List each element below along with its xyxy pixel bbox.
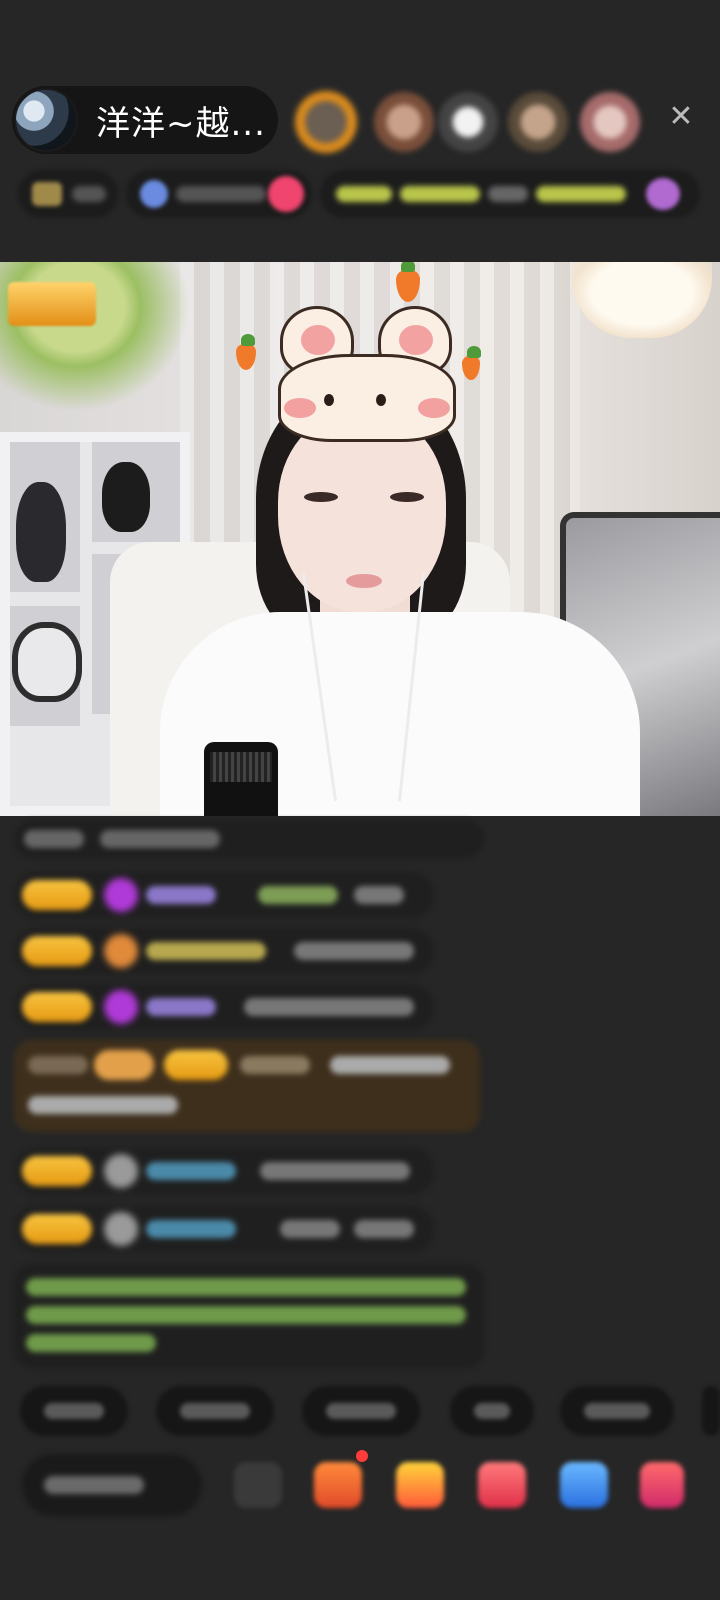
streamer-eye: [304, 492, 338, 502]
notice-text: [400, 186, 480, 202]
host-avatar[interactable]: [14, 88, 78, 152]
lottery-icon[interactable]: [396, 1462, 444, 1508]
viewer-avatar[interactable]: [290, 86, 362, 158]
chat-message: [14, 928, 434, 974]
gift-icon: [646, 178, 680, 210]
fan-club-icon[interactable]: [314, 1462, 362, 1508]
chat-message: [14, 1148, 434, 1194]
live-stream-page: 洋洋~越... ✕: [0, 0, 720, 1600]
rank-icon: [32, 182, 62, 206]
streamer-lips: [346, 574, 382, 588]
system-notice: [14, 1264, 484, 1368]
notice-text: [488, 186, 528, 202]
streamer-eye: [390, 492, 424, 502]
live-video[interactable]: [0, 262, 720, 816]
viewer-avatar[interactable]: [438, 92, 498, 152]
host-info-pill[interactable]: 洋洋~越...: [12, 86, 278, 154]
chat-message: [14, 872, 434, 918]
notice-text: [336, 186, 392, 202]
quick-reply-chip[interactable]: [20, 1386, 128, 1436]
quick-reply-chip[interactable]: [560, 1386, 674, 1436]
game-icon[interactable]: [560, 1462, 608, 1508]
chat-input[interactable]: [22, 1454, 202, 1516]
chat-message: [14, 820, 484, 858]
quick-reply-chip[interactable]: [702, 1386, 720, 1436]
hot-icon: [140, 180, 168, 208]
host-name[interactable]: 洋洋~越...: [96, 96, 266, 145]
quick-reply-chip[interactable]: [450, 1386, 534, 1436]
viewer-avatar[interactable]: [508, 92, 568, 152]
gift-icon[interactable]: [640, 1462, 684, 1508]
notification-dot: [356, 1450, 368, 1462]
viewer-avatar[interactable]: [374, 92, 434, 152]
toy-figure: [102, 462, 150, 532]
stream-badge[interactable]: [8, 282, 96, 326]
follow-icon[interactable]: [268, 176, 304, 212]
rank-text: [72, 186, 106, 202]
quick-reply-chip[interactable]: [156, 1386, 274, 1436]
microphone: [204, 742, 278, 816]
toy-figure: [12, 622, 82, 702]
viewer-avatar[interactable]: [580, 92, 640, 152]
notice-text: [536, 186, 626, 202]
hot-text: [176, 186, 266, 202]
emoji-icon[interactable]: [234, 1462, 282, 1508]
close-icon[interactable]: ✕: [666, 102, 696, 132]
chat-message-highlight: [14, 1040, 480, 1132]
bunny-sticker: [272, 306, 462, 442]
quick-reply-chip[interactable]: [302, 1386, 420, 1436]
gift-box-icon[interactable]: [478, 1462, 526, 1508]
stream-info-row: [18, 170, 702, 218]
lamp: [572, 262, 712, 338]
chat-message: [14, 1206, 434, 1252]
toy-figure: [16, 482, 66, 582]
chat-message: [14, 984, 434, 1030]
